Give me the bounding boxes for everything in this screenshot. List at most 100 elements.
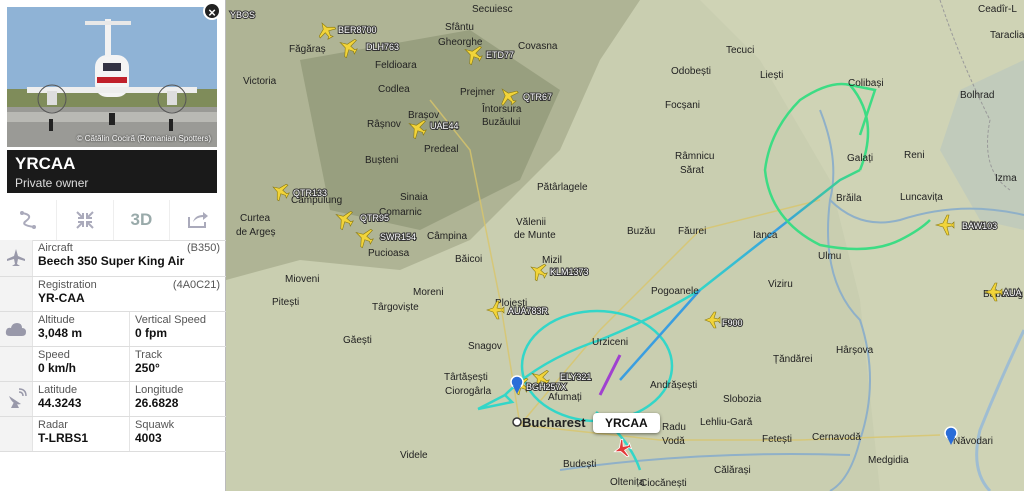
place-label: Izma [995,173,1017,184]
place-label: Vodă [662,436,685,447]
flight-label: BAW103 [962,221,997,231]
track-label: Track [135,349,163,361]
place-label: Medgidia [868,455,909,466]
place-label: Videle [400,450,428,461]
place-label: Râmnicu [675,151,714,162]
aircraft-value: Beech 350 Super King Air [38,254,185,268]
longitude-cell: Longitude 26.6828 [129,382,226,416]
place-label: Victoria [243,76,277,87]
callsign: YRCAA [15,154,76,173]
altitude-cell: Altitude 3,048 m [32,312,129,346]
flight-label: QTR95 [360,213,389,223]
squawk-value: 4003 [135,431,162,445]
place-label: Băicoi [455,254,482,265]
panel-toolbar: 3D [0,200,226,241]
registration-icon-spacer [0,277,32,311]
registration-cell: Registration (4A0C21) YR-CAA [32,277,226,311]
view-3d-button[interactable]: 3D [114,200,171,240]
place-label: Prejmer [460,87,496,98]
place-label: Râșnov [367,119,401,130]
speed-value: 0 km/h [38,361,77,375]
place-label: Andrășești [650,380,697,391]
squawk-cell: Squawk 4003 [129,417,226,451]
place-label: Fetești [762,434,792,445]
capital-marker [512,417,522,427]
speed-label: Speed [38,349,70,361]
place-label: Pucioasa [368,248,410,259]
place-label: Pitești [272,297,299,308]
place-label: Focșani [665,100,700,111]
place-label: Târtășești [444,372,488,383]
place-label: Odobești [671,66,711,77]
place-label: Buzău [627,226,655,237]
altitude-value: 3,048 m [38,326,83,340]
share-button[interactable] [170,200,226,240]
altitude-label: Altitude [38,314,75,326]
speed-cell: Speed 0 km/h [32,347,129,381]
place-label: Urziceni [592,337,628,348]
flight-label: DLH763 [366,42,399,52]
flight-label: SWR154 [380,232,416,242]
place-label: Călărași [714,465,751,476]
selected-flight-tag[interactable]: YRCAA [593,413,660,433]
place-label: Ceadîr-L [978,4,1017,15]
share-icon [188,212,209,228]
longitude-label: Longitude [135,384,184,396]
center-button[interactable] [57,200,114,240]
place-label: Budești [563,459,596,470]
flight-label: ELY321 [560,372,591,382]
vertical-speed-label: Vertical Speed [135,314,206,326]
place-label: Feldioara [375,60,417,71]
place-label: Brașov [408,110,439,121]
aircraft-photo-image [7,7,217,147]
place-label: Sinaia [400,192,428,203]
center-icon [75,211,94,229]
flight-label: ETD77 [486,50,514,60]
place-label: Sărat [680,165,704,176]
place-label: Pogoanele [651,286,699,297]
place-label: Gheorghe [438,37,483,48]
photo-credit: © Cătălin Cociră (Romanian Spotters) [76,134,211,143]
place-label: Năvodari [953,436,993,447]
aircraft-info-panel: © Cătălin Cociră (Romanian Spotters) × Y… [0,0,226,491]
squawk-label: Squawk [135,419,175,431]
place-label: Tecuci [726,45,754,56]
aircraft-type-cell: Aircraft (B350) Beech 350 Super King Air [32,240,226,276]
flight-label: BER8700 [338,25,377,35]
route-button[interactable] [0,200,57,240]
close-button[interactable]: × [203,2,221,20]
flight-label: BGH257X [526,382,567,392]
aircraft-icon [0,240,32,276]
place-label: Secuiesc [472,4,513,15]
flight-label: YBOS [230,10,255,20]
place-label: de Argeș [236,227,275,238]
place-label: Moreni [413,287,444,298]
aircraft-photo[interactable]: © Cătălin Cociră (Romanian Spotters) [7,7,217,147]
flight-label: KLM1373 [550,267,589,277]
radar-icon-spacer [0,417,32,451]
owner: Private owner [15,176,89,190]
place-label: Colibași [848,78,884,89]
place-label: Galați [847,153,873,164]
place-label: Târgoviște [372,302,419,313]
aircraft-details: Aircraft (B350) Beech 350 Super King Air… [0,240,226,452]
place-label: Bușteni [365,155,398,166]
place-label: Mioveni [285,274,319,285]
flight-label: QTR133 [293,188,327,198]
place-label: Reni [904,150,925,161]
place-label: de Munte [514,230,556,241]
flight-label: AUA783R [508,306,549,316]
place-label: Câmpina [427,231,467,242]
track-cell: Track 250° [129,347,226,381]
flight-label: QTR67 [523,92,552,102]
place-label: Hârșova [836,345,874,356]
registration-value: YR-CAA [38,291,85,305]
place-label: Pătârlagele [537,182,588,193]
latitude-value: 44.3243 [38,396,82,410]
place-label: Lehliu-Gară [700,417,753,428]
track-value: 250° [135,361,160,375]
place-label: Curtea [240,213,270,224]
latitude-label: Latitude [38,384,78,396]
place-label: Găești [343,335,372,346]
place-label: Vălenii [516,217,546,228]
